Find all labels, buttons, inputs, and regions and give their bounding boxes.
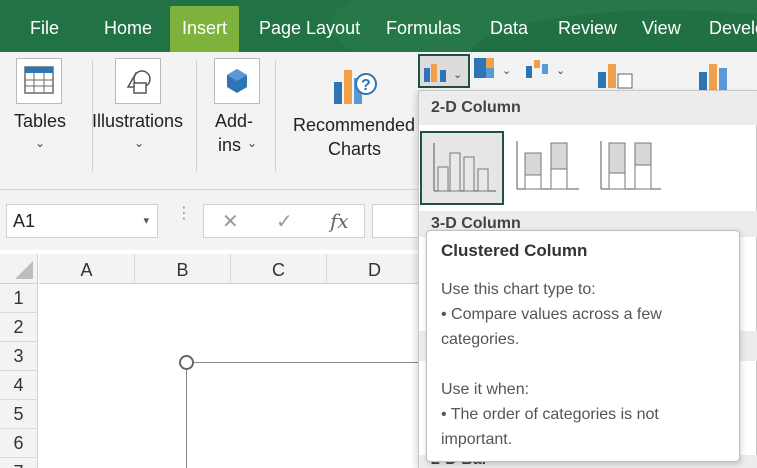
recommended-charts-label-line2: Charts — [328, 139, 382, 159]
tab-file[interactable]: File — [30, 0, 59, 52]
row-header-2[interactable]: 2 — [0, 313, 38, 342]
map-chart-icon — [699, 64, 727, 90]
svg-text:⌄: ⌄ — [453, 69, 462, 81]
recommended-charts-label-line1: Recommended — [293, 115, 416, 135]
recommended-charts-icon: ? — [330, 60, 378, 110]
chart-type-tooltip: Clustered Column Use this chart type to:… — [426, 230, 740, 462]
section-2d-column: 2-D Column — [419, 91, 757, 125]
ribbon-tab-bar: File Home Insert Page Layout Formulas Da… — [0, 0, 757, 52]
tab-data[interactable]: Data — [490, 0, 528, 52]
tab-view[interactable]: View — [642, 0, 681, 52]
svg-text:⌄: ⌄ — [502, 65, 511, 77]
chevron-down-icon: ⌄ — [134, 136, 145, 150]
cancel-icon[interactable]: ✕ — [222, 209, 239, 234]
row-header-7[interactable]: 7 — [0, 458, 38, 468]
more-options-dots-icon[interactable]: ⋮ — [176, 206, 192, 222]
stacked-column-icon — [516, 141, 579, 190]
tab-page-layout[interactable]: Page Layout — [259, 0, 360, 52]
chevron-down-icon[interactable]: ▾ — [143, 205, 149, 237]
tooltip-line: important. — [441, 431, 513, 448]
column-header-c[interactable]: C — [231, 254, 327, 284]
100-stacked-column-icon — [600, 141, 661, 190]
svg-text:⌄: ⌄ — [556, 65, 565, 77]
tooltip-title: Clustered Column — [441, 241, 588, 260]
addins-label-line1: Add- — [215, 111, 254, 131]
waterfall-chart-icon: ⌄ — [526, 60, 565, 78]
insert-column-chart-button[interactable]: ⌄ — [418, 54, 470, 88]
column-chart-icon: ⌄ — [424, 64, 462, 82]
tab-review[interactable]: Review — [558, 0, 617, 52]
tooltip-line: • The order of categories is not — [441, 406, 659, 423]
insert-function-icon[interactable]: fx — [330, 209, 349, 233]
formula-buttons: ✕ ✓ fx — [203, 204, 365, 238]
clustered-column-option[interactable] — [420, 131, 504, 205]
tab-formulas[interactable]: Formulas — [386, 0, 461, 52]
addins-label-line2: ins — [218, 135, 242, 155]
tooltip-line: Use it when: — [441, 381, 530, 398]
tables-label: Tables — [14, 111, 67, 131]
insert-waterfall-chart-button[interactable]: ⌄ — [524, 54, 568, 88]
row-header-5[interactable]: 5 — [0, 400, 38, 429]
name-box-value: A1 — [13, 211, 36, 231]
tooltip-spacer — [441, 352, 725, 377]
chevron-down-icon: ⌄ — [247, 136, 258, 150]
tooltip-line: categories. — [441, 331, 520, 348]
pivotchart-icon — [598, 64, 633, 89]
ribbon-divider — [196, 60, 197, 172]
column-header-a[interactable]: A — [39, 254, 135, 284]
tab-insert[interactable]: Insert — [170, 6, 240, 52]
tooltip-line: • Compare values across a few — [441, 306, 662, 323]
illustrations-label: Illustrations — [92, 111, 184, 131]
100-stacked-column-option[interactable] — [597, 131, 681, 205]
row-header-1[interactable]: 1 — [0, 284, 38, 313]
tab-home[interactable]: Home — [104, 0, 152, 52]
select-all-corner[interactable] — [0, 254, 38, 284]
ribbon-divider — [275, 60, 276, 172]
shapes-icon — [115, 58, 161, 104]
clustered-column-icon — [433, 143, 496, 192]
row-header-3[interactable]: 3 — [0, 342, 38, 371]
svg-text:?: ? — [361, 77, 371, 94]
column-header-b[interactable]: B — [135, 254, 231, 284]
chart-object-frame[interactable] — [186, 362, 446, 468]
chevron-down-icon: ⌄ — [35, 136, 46, 150]
stacked-column-option[interactable] — [511, 131, 595, 205]
column-header-d[interactable]: D — [327, 254, 423, 284]
insert-hierarchy-chart-button[interactable]: ⌄ — [474, 54, 514, 88]
tooltip-line: Use this chart type to: — [441, 281, 596, 298]
table-icon — [16, 58, 62, 104]
hierarchy-chart-icon: ⌄ — [474, 58, 511, 78]
name-box[interactable]: A1 ▾ — [6, 204, 158, 238]
tab-developer[interactable]: Develo — [709, 0, 757, 52]
row-header-4[interactable]: 4 — [0, 371, 38, 400]
addin-cube-icon — [214, 58, 260, 104]
enter-icon[interactable]: ✓ — [276, 209, 293, 234]
chart-resize-handle[interactable] — [179, 355, 194, 370]
row-header-6[interactable]: 6 — [0, 429, 38, 458]
